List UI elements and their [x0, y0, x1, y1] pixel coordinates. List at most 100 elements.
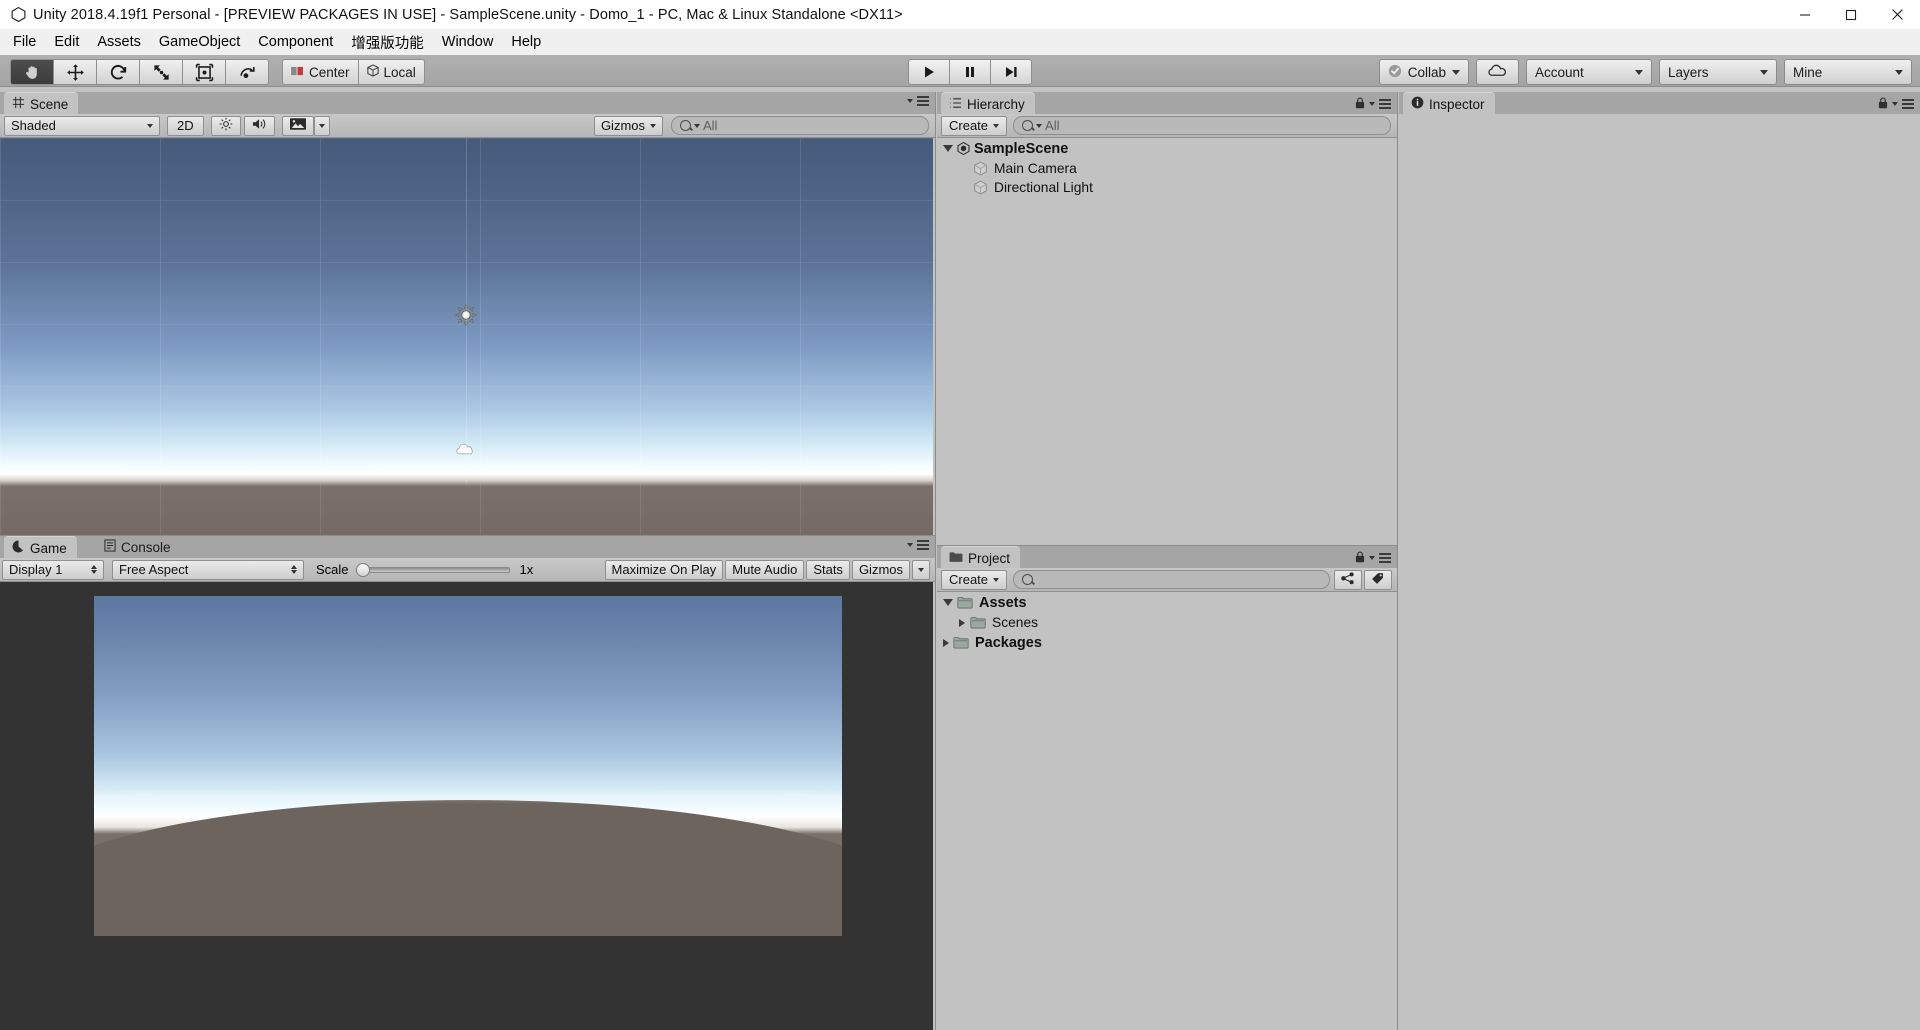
type-filter-icon — [1341, 571, 1355, 588]
tab-game[interactable]: Game — [4, 536, 77, 559]
transform-tool-button[interactable] — [226, 59, 269, 85]
main-toolbar: Center Local Collab Account Layers Mine — [0, 55, 1920, 87]
scale-slider-knob[interactable] — [355, 562, 370, 577]
search-icon — [680, 120, 691, 131]
display-dropdown[interactable]: Display 1 — [2, 559, 104, 580]
inspector-content[interactable] — [1399, 114, 1920, 1030]
effects-dropdown[interactable] — [313, 115, 330, 136]
menu-gameobject[interactable]: GameObject — [150, 31, 249, 53]
maximize-on-play-button[interactable]: Maximize On Play — [604, 559, 724, 580]
project-label-scenes: Scenes — [992, 615, 1039, 630]
expand-triangle-icon[interactable] — [959, 618, 965, 627]
playback-controls — [908, 59, 1032, 85]
project-create-button[interactable]: Create — [941, 569, 1008, 590]
unity-editor-window: Unity 2018.4.19f1 Personal - [PREVIEW PA… — [0, 0, 1920, 1030]
menu-component[interactable]: Component — [249, 31, 342, 53]
collab-button[interactable]: Collab — [1378, 59, 1469, 85]
step-button[interactable] — [991, 59, 1032, 85]
hierarchy-create-button[interactable]: Create — [941, 115, 1008, 136]
toggle-lighting-button[interactable] — [210, 115, 241, 136]
tab-scene[interactable]: Scene — [4, 92, 79, 115]
stats-label: Stats — [813, 562, 843, 577]
rect-tool-button[interactable] — [183, 59, 226, 85]
tab-project[interactable]: Project — [941, 546, 1021, 569]
hierarchy-search-input[interactable]: All — [1013, 116, 1391, 135]
filter-by-type-button[interactable] — [1334, 569, 1362, 590]
cloud-icon — [1488, 64, 1507, 80]
scene-search-value: All — [703, 118, 718, 133]
hierarchy-row-directional-light[interactable]: Directional Light — [937, 178, 1397, 197]
expand-triangle-icon[interactable] — [943, 145, 953, 152]
stats-button[interactable]: Stats — [806, 559, 850, 580]
gizmos-dropdown[interactable]: Gizmos — [593, 115, 663, 136]
lock-icon[interactable] — [1878, 96, 1888, 112]
maximize-button[interactable] — [1828, 0, 1874, 29]
toggle-2d-button[interactable]: 2D — [167, 115, 204, 136]
menu-file[interactable]: File — [4, 31, 45, 53]
game-panel-menu[interactable] — [907, 540, 929, 550]
lock-icon[interactable] — [1355, 96, 1365, 112]
layout-button[interactable]: Mine — [1784, 59, 1912, 85]
lock-icon[interactable] — [1355, 550, 1365, 566]
draw-mode-dropdown[interactable]: Shaded — [4, 115, 160, 136]
hierarchy-row-main-camera[interactable]: Main Camera — [937, 159, 1397, 178]
menu-edit[interactable]: Edit — [45, 31, 88, 53]
project-panel-menu[interactable] — [1355, 550, 1391, 566]
account-button[interactable]: Account — [1526, 59, 1652, 85]
search-icon — [1022, 574, 1034, 585]
handle-label: Local — [383, 64, 416, 80]
scene-viewport[interactable] — [0, 138, 933, 536]
folder-icon — [949, 551, 963, 566]
minimize-button[interactable] — [1782, 0, 1828, 29]
mute-audio-button[interactable]: Mute Audio — [725, 559, 805, 580]
menu-help[interactable]: Help — [502, 31, 550, 53]
pivot-mode-button[interactable]: Center — [282, 59, 359, 85]
hand-tool-button[interactable] — [10, 59, 54, 85]
horizontal-splitter-hierarchy-project[interactable] — [937, 545, 1397, 546]
menu-assets[interactable]: Assets — [88, 31, 150, 53]
expand-triangle-icon[interactable] — [943, 638, 949, 647]
close-button[interactable] — [1874, 0, 1920, 29]
services-cloud-button[interactable] — [1476, 59, 1519, 85]
handle-mode-button[interactable]: Local — [358, 59, 425, 85]
move-tool-button[interactable] — [54, 59, 97, 85]
project-tree[interactable]: Assets Scenes Packages — [937, 592, 1397, 1030]
hierarchy-tabstrip: Hierarchy — [937, 92, 1397, 115]
hierarchy-row-samplescene[interactable]: SampleScene — [937, 138, 1397, 159]
aspect-dropdown[interactable]: Free Aspect — [112, 559, 304, 580]
rotate-tool-button[interactable] — [97, 59, 140, 85]
hierarchy-tree[interactable]: SampleScene Main Camera Directional Ligh… — [937, 138, 1397, 544]
hamburger-icon — [1379, 99, 1391, 109]
pivot-icon — [291, 65, 304, 80]
scene-search-input[interactable]: All — [671, 116, 929, 135]
toggle-effects-button[interactable] — [281, 115, 314, 136]
hierarchy-panel-menu[interactable] — [1355, 96, 1391, 112]
project-row-packages[interactable]: Packages — [937, 632, 1397, 653]
scale-slider[interactable] — [355, 562, 510, 577]
filter-by-label-button[interactable] — [1364, 569, 1392, 590]
tab-hierarchy[interactable]: Hierarchy — [941, 92, 1035, 115]
game-viewport[interactable] — [0, 582, 933, 1030]
pause-button[interactable] — [950, 59, 991, 85]
menu-window[interactable]: Window — [433, 31, 503, 53]
hierarchy-toolbar: Create All — [937, 114, 1397, 138]
layers-button[interactable]: Layers — [1659, 59, 1777, 85]
tab-console[interactable]: Console — [96, 536, 181, 558]
vertical-splitter-left[interactable] — [935, 92, 936, 1030]
play-button[interactable] — [908, 59, 950, 85]
inspector-panel-menu[interactable] — [1878, 96, 1914, 112]
project-row-scenes[interactable]: Scenes — [937, 613, 1397, 632]
expand-triangle-icon[interactable] — [943, 599, 953, 606]
project-search-input[interactable] — [1013, 570, 1330, 589]
project-row-assets[interactable]: Assets — [937, 592, 1397, 613]
menu-enhanced-features[interactable]: 增强版功能 — [342, 29, 433, 56]
vertical-splitter-right[interactable] — [1397, 92, 1398, 1030]
tab-inspector[interactable]: Inspector — [1403, 92, 1495, 115]
toggle-audio-button[interactable] — [243, 115, 275, 136]
game-gizmos-button[interactable]: Gizmos — [851, 559, 910, 580]
scene-panel-menu[interactable] — [907, 96, 929, 106]
game-gizmos-dropdown[interactable] — [912, 559, 930, 580]
scale-tool-button[interactable] — [140, 59, 183, 85]
menu-bar: File Edit Assets GameObject Component 增强… — [0, 29, 1920, 56]
horizontal-splitter-scene-game[interactable] — [0, 535, 935, 536]
